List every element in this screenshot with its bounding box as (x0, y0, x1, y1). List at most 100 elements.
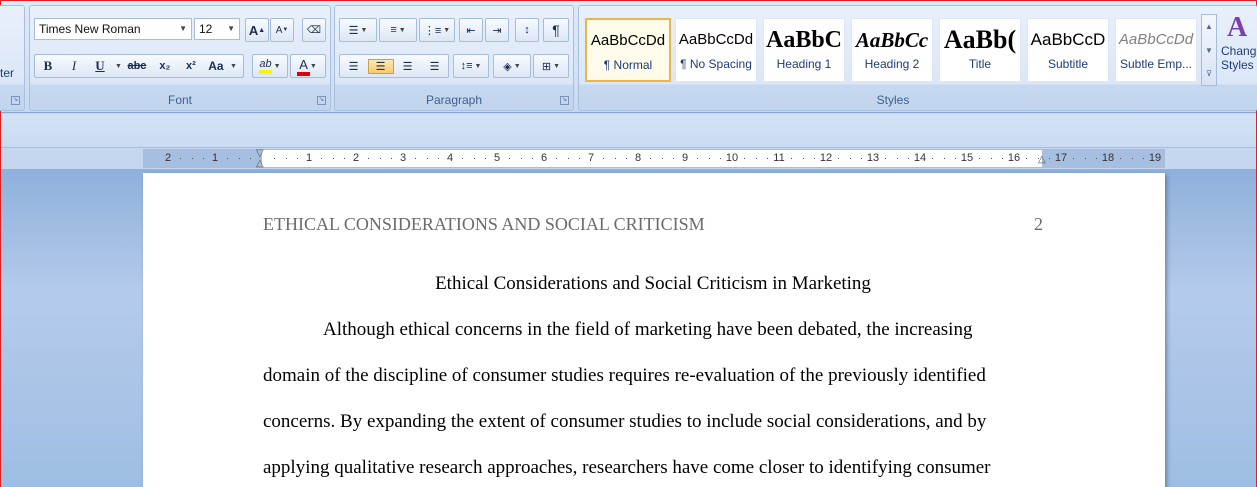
style-subtle-emphasis[interactable]: AaBbCcDd Subtle Emp... (1115, 18, 1197, 82)
style-name: Heading 2 (864, 57, 920, 71)
ruler-tick (238, 158, 240, 159)
font-size-combo[interactable]: 12 ▼ (194, 18, 240, 40)
ruler-tick (720, 158, 722, 159)
style-name: Subtitle (1047, 57, 1089, 71)
ruler-tick (814, 158, 816, 159)
chevron-down-icon[interactable]: ▼ (179, 19, 187, 39)
chevron-down-icon[interactable]: ▼ (474, 63, 481, 70)
justify-button[interactable]: ☰ (422, 60, 448, 73)
decrease-indent-button[interactable]: ⇤ (459, 18, 483, 42)
underline-button[interactable]: U (87, 58, 113, 74)
style-heading-2[interactable]: AaBbCc Heading 2 (851, 18, 933, 82)
styles-group: AaBbCcDd ¶ Normal AaBbCcDd ¶ No Spacing … (578, 5, 1257, 111)
ruler-tick-label: 12 (819, 152, 833, 164)
align-left-button[interactable]: ☰ (341, 60, 367, 73)
more-styles-icon[interactable]: ⊽ (1202, 63, 1216, 85)
increase-indent-button[interactable]: ⇥ (485, 18, 509, 42)
body-line[interactable]: domain of the discipline of consumer stu… (263, 365, 986, 387)
document-title[interactable]: Ethical Considerations and Social Critic… (263, 273, 1043, 295)
chevron-down-icon[interactable]: ▼ (274, 63, 281, 70)
superscript-button[interactable]: x² (178, 60, 204, 72)
bullets-button[interactable]: ☰ ▼ (339, 18, 377, 42)
strikethrough-button[interactable]: abc (122, 60, 152, 72)
style-no-spacing[interactable]: AaBbCcDd ¶ No Spacing (675, 18, 757, 82)
highlight-button[interactable]: ab ▼ (252, 54, 288, 78)
chevron-down-icon[interactable]: ▼ (227, 19, 235, 39)
body-line[interactable]: applying qualitative research approaches… (263, 457, 991, 479)
ruler-tick (203, 158, 205, 159)
style-heading-1[interactable]: AaBbC Heading 1 (763, 18, 845, 82)
horizontal-ruler[interactable]: 2 1 1 2 3 4 5 6 7 8 9 10 11 12 13 14 15 16 17 18 19 ▽ △ △ (143, 148, 1165, 169)
font-dialog-launcher[interactable]: ↘ (317, 96, 326, 105)
sort-button[interactable]: ↕ (515, 18, 539, 42)
font-color-button[interactable]: A ▼ (290, 54, 326, 78)
align-right-button[interactable]: ☰ (395, 60, 421, 73)
scroll-down-icon[interactable]: ▼ (1202, 39, 1216, 63)
style-normal[interactable]: AaBbCcDd ¶ Normal (585, 18, 671, 82)
multilevel-list-icon: ⋮≡ (423, 24, 442, 37)
chevron-down-icon[interactable]: ▼ (310, 63, 317, 70)
clear-formatting-icon: ⌫ (306, 24, 322, 36)
line-spacing-button[interactable]: ↕≡ ▼ (453, 54, 489, 78)
shrink-font-icon: A (275, 24, 283, 36)
right-indent-marker[interactable]: △ (1038, 154, 1046, 165)
chevron-down-icon[interactable]: ▼ (553, 63, 560, 70)
scroll-up-icon[interactable]: ▲ (1202, 15, 1216, 39)
ruler-tick (1084, 158, 1086, 159)
style-title[interactable]: AaBb( Title (939, 18, 1021, 82)
italic-button[interactable]: I (61, 58, 87, 74)
font-size-value: 12 (199, 22, 213, 36)
paint-bucket-icon: ◈ (503, 60, 512, 73)
hanging-indent-marker[interactable]: △ (256, 158, 264, 169)
borders-icon: ⊞ (541, 60, 552, 73)
paragraph-group-label: Paragraph (425, 93, 483, 107)
font-name-combo[interactable]: Times New Roman ▼ (34, 18, 192, 40)
paragraph-dialog-launcher[interactable]: ↘ (560, 96, 569, 105)
change-styles-label-2: Styles (1221, 58, 1254, 72)
ruler-tick (1131, 158, 1133, 159)
multilevel-list-button[interactable]: ⋮≡ ▼ (419, 18, 455, 42)
change-styles-button[interactable]: A Chang Styles (1221, 12, 1257, 92)
ruler-tick (1096, 158, 1098, 159)
body-line[interactable]: Although ethical concerns in the field o… (323, 319, 972, 341)
ruler-tick-label: 2 (352, 152, 360, 164)
borders-button[interactable]: ⊞ ▼ (533, 54, 569, 78)
clipboard-dialog-launcher[interactable]: ↘ (11, 96, 20, 105)
style-sample: AaBbCcDd (590, 32, 666, 49)
clear-formatting-button[interactable]: ⌫ (302, 18, 326, 42)
chevron-down-icon[interactable]: ▼ (115, 63, 122, 70)
chevron-down-icon[interactable]: ▼ (360, 27, 367, 34)
styles-gallery-scroller[interactable]: ▲ ▼ ⊽ (1201, 14, 1217, 86)
ruler-tick (1025, 158, 1027, 159)
body-line[interactable]: concerns. By expanding the extent of con… (263, 411, 986, 433)
chevron-down-icon[interactable]: ▼ (230, 63, 237, 70)
shrink-font-button[interactable]: A ▼ (270, 18, 294, 42)
page-number[interactable]: 2 (1034, 214, 1043, 235)
ruler-tick (1002, 158, 1004, 159)
document-page[interactable]: ETHICAL CONSIDERATIONS AND SOCIAL CRITIC… (143, 173, 1165, 487)
ruler-tick-label: 6 (540, 152, 548, 164)
ruler-tick (179, 158, 181, 159)
ruler-tick-label: 8 (634, 152, 642, 164)
change-case-button[interactable]: Aa (204, 59, 228, 73)
ruler-tick (1049, 158, 1051, 159)
ruler-tick (649, 158, 651, 159)
ruler-tick (755, 158, 757, 159)
change-styles-icon: A (1227, 12, 1248, 43)
chevron-down-icon[interactable]: ▼ (443, 27, 450, 34)
chevron-down-icon[interactable]: ▼ (399, 27, 406, 34)
ruler-tick (414, 158, 416, 159)
chevron-down-icon[interactable]: ▼ (514, 63, 521, 70)
bold-button[interactable]: B (35, 58, 61, 74)
grow-font-button[interactable]: A ▲ (245, 18, 269, 42)
numbering-button[interactable]: ≡ ▼ (379, 18, 417, 42)
format-painter-label[interactable]: ter (0, 66, 14, 80)
style-subtitle[interactable]: AaBbCcD Subtitle (1027, 18, 1109, 82)
running-head[interactable]: ETHICAL CONSIDERATIONS AND SOCIAL CRITIC… (263, 214, 705, 235)
ruler-tick (743, 158, 745, 159)
subscript-button[interactable]: x₂ (152, 60, 178, 72)
shading-button[interactable]: ◈ ▼ (493, 54, 531, 78)
align-center-button[interactable]: ☰ (367, 58, 394, 74)
style-sample: AaBbCcDd (678, 31, 754, 48)
show-formatting-button[interactable]: ¶ (543, 18, 569, 42)
